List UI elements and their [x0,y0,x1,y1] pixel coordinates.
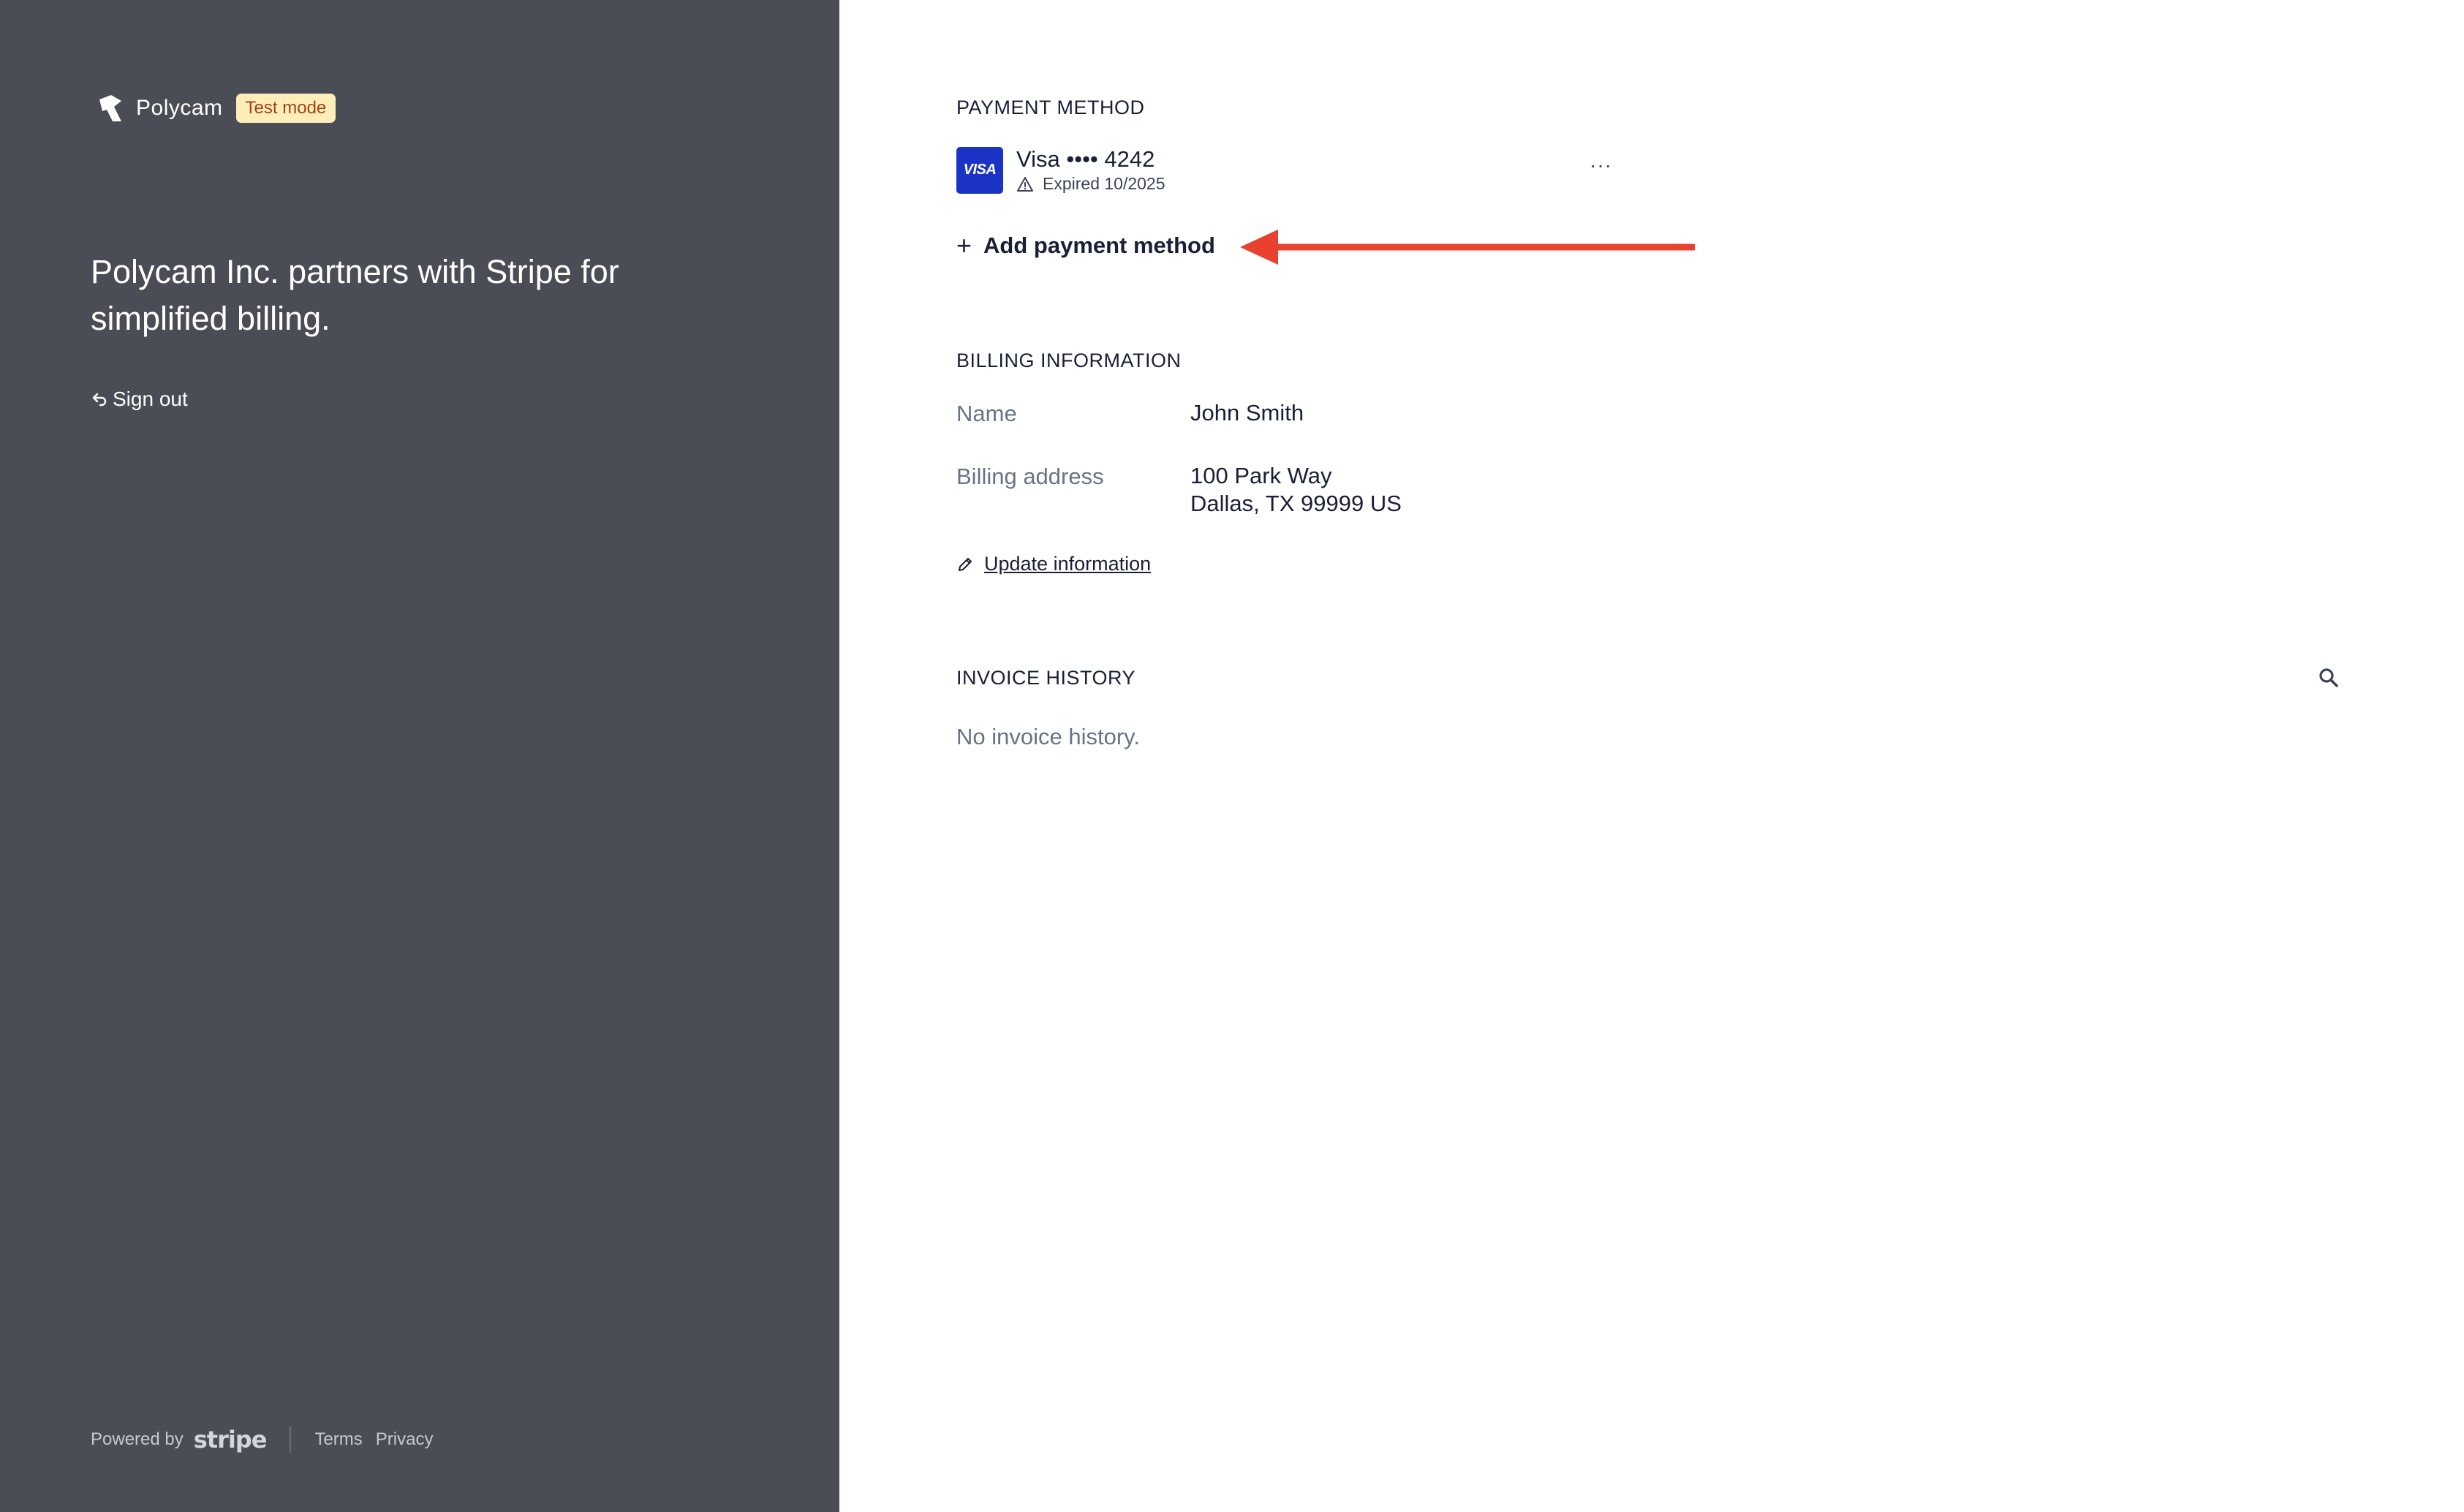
test-mode-badge: Test mode [235,94,336,123]
terms-link[interactable]: Terms [314,1429,362,1450]
sign-out-link[interactable]: Sign out [91,388,188,411]
name-value: John Smith [1190,400,1304,426]
card-expiry-text: Expired 10/2025 [1043,174,1165,193]
payment-method-card: VISA Visa •••• 4242 Expired 10/2025 [956,146,1165,194]
invoice-history-title: INVOICE HISTORY [956,667,1136,689]
sidebar-headline: Polycam Inc. partners with Stripe for si… [91,253,619,337]
card-label: Visa •••• 4242 [1016,146,1155,172]
card-status: Expired 10/2025 [1016,174,1165,194]
brand: Polycam Test mode [97,92,336,124]
powered-by-label: Powered by [91,1429,184,1449]
polycam-logo-icon [99,95,121,121]
stripe-logo[interactable]: stripe [194,1426,268,1454]
warning-icon [1017,176,1033,192]
billing-address-value: 100 Park Way Dallas, TX 99999 US [1190,462,1402,518]
visa-card-icon: VISA [956,146,1003,194]
search-invoices-button[interactable] [2318,667,2340,692]
billing-info-title: BILLING INFORMATION [956,349,1182,371]
payment-method-title: PAYMENT METHOD [956,97,1145,118]
add-payment-method-button[interactable]: + Add payment method [956,233,1215,259]
search-icon [2319,668,2338,687]
sign-out-icon [92,393,107,407]
name-label: Name [956,401,1017,426]
update-information-link[interactable]: Update information [956,553,1151,575]
pencil-icon [959,557,972,571]
billing-address-label: Billing address [956,464,1104,489]
address-line-2: Dallas, TX 99999 US [1190,491,1402,516]
payment-method-details: Visa •••• 4242 Expired 10/2025 [1016,146,1165,194]
brand-name: Polycam [136,96,223,120]
update-information-label: Update information [984,553,1152,575]
main-content: PAYMENT METHOD VISA Visa •••• 4242 Expir… [839,0,2464,1512]
add-payment-method-label: Add payment method [983,233,1215,258]
address-line-1: 100 Park Way [1190,463,1332,488]
sidebar-footer: Powered by stripe Terms Privacy [91,1426,446,1454]
billing-portal-page: Polycam Test mode Polycam Inc. partners … [0,0,2464,1512]
more-options-button[interactable]: ··· [1590,154,1612,177]
sidebar: Polycam Test mode Polycam Inc. partners … [0,0,839,1512]
no-invoice-history-text: No invoice history. [956,724,1140,749]
sign-out-label: Sign out [113,388,188,410]
footer-divider [290,1426,292,1453]
annotation-arrow-icon [1240,230,1695,265]
plus-icon: + [956,230,972,260]
privacy-link[interactable]: Privacy [376,1429,434,1450]
